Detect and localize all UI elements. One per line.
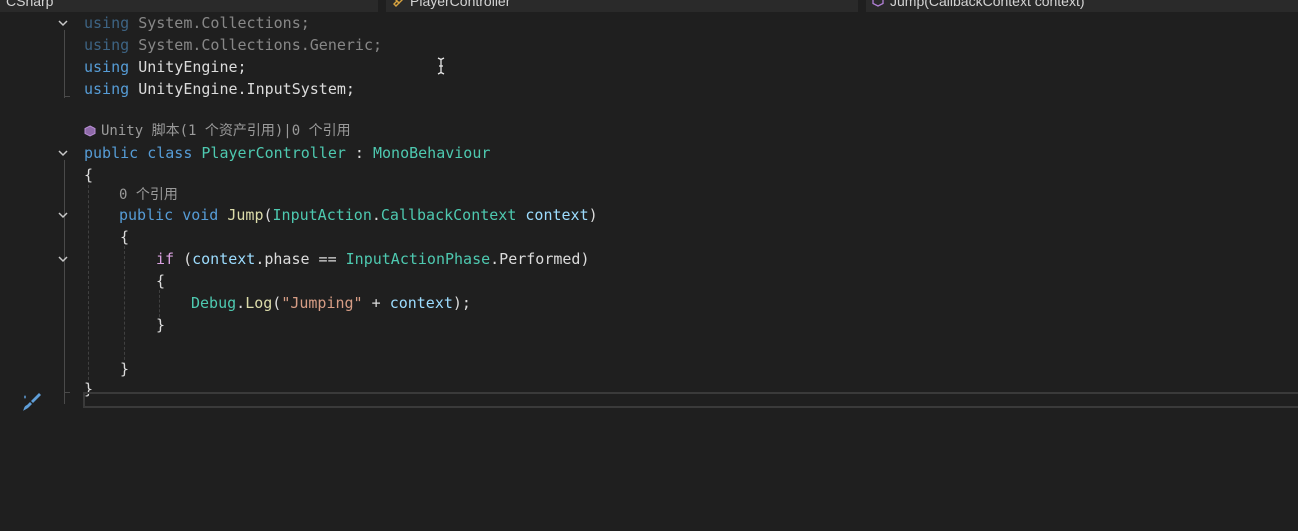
namespace-name: UnityEngine;: [138, 58, 247, 76]
unity-cube-icon: [84, 125, 96, 137]
code-line-using-unityengine: using UnityEngine;: [0, 56, 1298, 78]
open-brace: {: [84, 166, 94, 184]
code-line-if-statement: if (context.phase == InputActionPhase.Pe…: [0, 248, 1298, 270]
code-line-if-open: {: [0, 270, 1298, 292]
param-type-inner: CallbackContext: [380, 206, 517, 224]
chevron-down-icon[interactable]: [57, 209, 69, 221]
codelens-class-text[interactable]: Unity 脚本(1 个资产引用)|0 个引用: [101, 120, 351, 142]
context-variable: context: [192, 250, 256, 268]
close-paren: ): [588, 206, 598, 224]
open-brace: {: [156, 272, 166, 290]
inheritance-colon: :: [345, 144, 373, 162]
using-keyword: using: [84, 14, 130, 32]
codelens-class[interactable]: Unity 脚本(1 个资产引用)|0 个引用: [0, 120, 1298, 142]
codelens-method[interactable]: 0 个引用: [0, 184, 1298, 206]
current-line-highlight[interactable]: [83, 392, 1298, 408]
enum-value: .Performed): [490, 250, 590, 268]
plus-operator: +: [362, 294, 390, 312]
open-paren: (: [263, 206, 273, 224]
dot: .: [236, 294, 246, 312]
member-dropdown-label: Jump(CallbackContext context): [890, 0, 1085, 9]
using-keyword: using: [84, 80, 130, 98]
code-editor[interactable]: using System.Collections; using System.C…: [0, 12, 1298, 531]
chevron-down-icon[interactable]: [57, 17, 69, 29]
type-dropdown[interactable]: PlayerController: [386, 0, 858, 12]
namespace-name: System.Collections;: [138, 14, 310, 32]
code-line-using-inputsystem: using UnityEngine.InputSystem;: [0, 78, 1298, 100]
code-line-class-declaration: public class PlayerController : MonoBeha…: [0, 142, 1298, 164]
public-keyword: public: [84, 144, 139, 162]
type-dropdown-label: PlayerController: [410, 0, 511, 9]
code-line-method-declaration: public void Jump(InputAction.CallbackCon…: [0, 204, 1298, 226]
project-dropdown-label: CSharp: [6, 0, 54, 9]
open-paren: (: [174, 250, 193, 268]
if-keyword: if: [156, 250, 175, 268]
param-type-outer: InputAction: [272, 206, 372, 224]
using-keyword: using: [84, 36, 130, 54]
method-cube-icon: [872, 0, 884, 7]
class-keyword: class: [147, 144, 193, 162]
code-line-method-close: }: [0, 358, 1298, 380]
navigation-bar: CSharp PlayerController Jump(CallbackCon…: [0, 0, 1298, 12]
project-dropdown[interactable]: CSharp: [0, 0, 378, 12]
string-literal: "Jumping": [281, 294, 363, 312]
public-keyword: public: [119, 206, 174, 224]
code-line-using-generic: using System.Collections.Generic;: [0, 34, 1298, 56]
void-keyword: void: [182, 206, 219, 224]
namespace-name: UnityEngine.InputSystem;: [138, 80, 355, 98]
chevron-down-icon: [364, 0, 372, 1]
base-class-name: MonoBehaviour: [373, 144, 491, 162]
code-line-method-open: {: [0, 226, 1298, 248]
enum-type: InputActionPhase: [345, 250, 491, 268]
close-paren-semicolon: );: [452, 294, 471, 312]
code-line-if-close: }: [0, 314, 1298, 336]
chevron-down-icon[interactable]: [57, 253, 69, 265]
namespace-name: System.Collections.Generic;: [138, 36, 383, 54]
open-brace: {: [120, 228, 130, 246]
log-method: Log: [245, 294, 273, 312]
code-line-using-collections: using System.Collections;: [0, 12, 1298, 34]
member-dropdown[interactable]: Jump(CallbackContext context): [866, 0, 1298, 12]
text-cursor-icon: [437, 57, 445, 75]
debug-type: Debug: [191, 294, 237, 312]
codelens-method-text[interactable]: 0 个引用: [119, 184, 178, 206]
paintbrush-icon[interactable]: [20, 390, 44, 414]
open-paren: (: [272, 294, 282, 312]
chevron-down-icon: [844, 0, 852, 1]
class-name: PlayerController: [201, 144, 346, 162]
close-brace: }: [120, 360, 130, 378]
code-line-class-open: {: [0, 164, 1298, 186]
phase-comparison: .phase ==: [255, 250, 346, 268]
chevron-down-icon[interactable]: [57, 147, 69, 159]
dot: .: [371, 206, 381, 224]
code-line-debug-log: Debug.Log("Jumping" + context);: [0, 292, 1298, 314]
context-variable: context: [389, 294, 453, 312]
class-icon: [393, 0, 403, 7]
method-name: Jump: [227, 206, 264, 224]
close-brace: }: [156, 316, 166, 334]
using-keyword: using: [84, 58, 130, 76]
param-name: context: [525, 206, 589, 224]
